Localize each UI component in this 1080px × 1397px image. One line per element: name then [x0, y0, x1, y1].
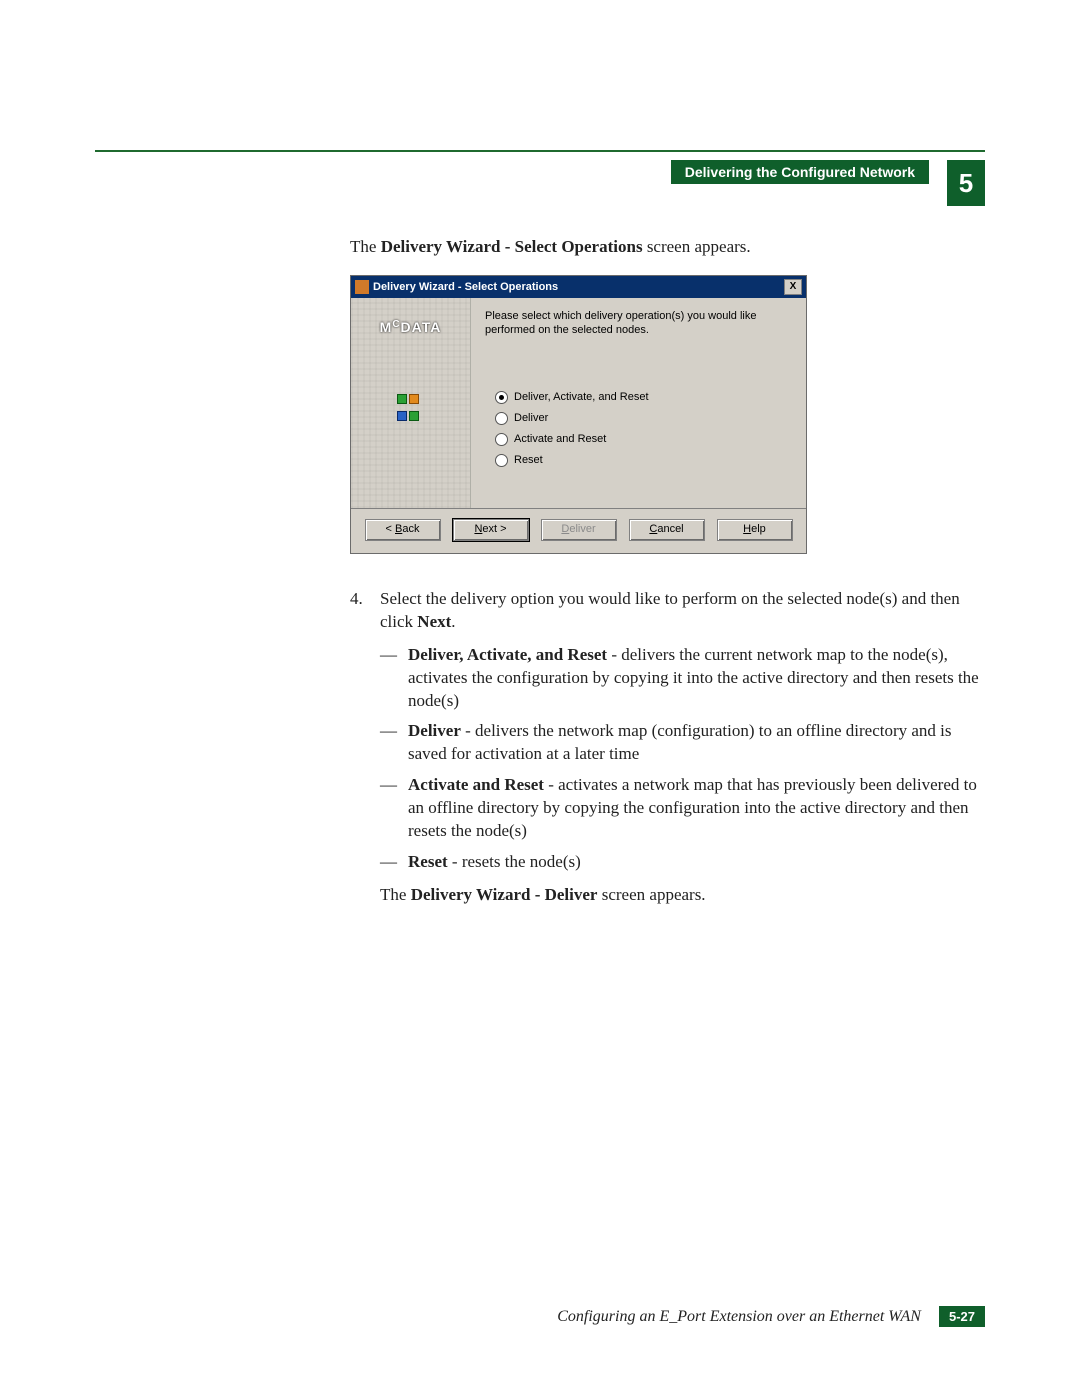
bullet-list: — Deliver, Activate, and Reset - deliver… — [380, 644, 985, 874]
bullet-rest: - resets the node(s) — [448, 852, 581, 871]
radio-label: Reset — [514, 453, 543, 468]
bullet-item: — Reset - resets the node(s) — [380, 851, 985, 874]
dialog-right-panel: Please select which delivery operation(s… — [471, 298, 806, 508]
dialog-title-text: Delivery Wizard - Select Operations — [373, 280, 558, 295]
dialog-app-icon — [355, 280, 369, 294]
header-rule — [95, 150, 985, 152]
intro-prefix: The — [350, 237, 381, 256]
step-text-b: . — [451, 612, 455, 631]
radio-deliver[interactable]: Deliver — [495, 411, 792, 426]
radio-icon — [495, 454, 508, 467]
outro-line: The Delivery Wizard - Deliver screen app… — [380, 884, 985, 907]
step-number: 4. — [350, 588, 370, 907]
dialog-titlebar: Delivery Wizard - Select Operations X — [351, 276, 806, 298]
bullet-item: — Activate and Reset - activates a netwo… — [380, 774, 985, 843]
brand-post: DATA — [401, 319, 442, 335]
step-text-a: Select the delivery option you would lik… — [380, 589, 960, 631]
bullet-item: — Deliver, Activate, and Reset - deliver… — [380, 644, 985, 713]
bullet-bold: Deliver — [408, 721, 461, 740]
back-button[interactable]: < Back — [365, 519, 441, 541]
radio-label: Deliver — [514, 411, 548, 426]
dialog-prompt: Please select which delivery operation(s… — [485, 310, 792, 338]
brand-pre: M — [380, 319, 393, 335]
bullet-bold: Reset — [408, 852, 448, 871]
section-title-pill: Delivering the Configured Network — [671, 160, 929, 184]
outro-bold: Delivery Wizard - Deliver — [411, 885, 598, 904]
step-text: Select the delivery option you would lik… — [380, 588, 985, 907]
page-content: The Delivery Wizard - Select Operations … — [350, 236, 985, 907]
outro-suffix: screen appears. — [597, 885, 705, 904]
bullet-dash: — — [380, 851, 408, 874]
radio-label: Activate and Reset — [514, 432, 606, 447]
brand-sup: C — [392, 319, 400, 330]
radio-reset[interactable]: Reset — [495, 453, 792, 468]
bullet-dash: — — [380, 644, 408, 713]
outro-prefix: The — [380, 885, 411, 904]
chapter-badge: 5 — [947, 160, 985, 206]
bullet-dash: — — [380, 774, 408, 843]
footer-title: Configuring an E_Port Extension over an … — [557, 1308, 921, 1326]
radio-icon — [495, 433, 508, 446]
close-button[interactable]: X — [784, 279, 802, 295]
radio-activate-reset[interactable]: Activate and Reset — [495, 432, 792, 447]
radio-deliver-activate-reset[interactable]: Deliver, Activate, and Reset — [495, 390, 792, 405]
page-footer: Configuring an E_Port Extension over an … — [557, 1306, 985, 1327]
radio-label: Deliver, Activate, and Reset — [514, 390, 649, 405]
dialog-left-panel: MCDATA — [351, 298, 471, 508]
bullet-bold: Deliver, Activate, and Reset — [408, 645, 607, 664]
intro-line: The Delivery Wizard - Select Operations … — [350, 236, 985, 259]
intro-suffix: screen appears. — [643, 237, 751, 256]
header-row: Delivering the Configured Network 5 — [95, 160, 985, 206]
dialog-button-row: < Back Next > Deliver Cancel Help — [351, 509, 806, 553]
bullet-item: — Deliver - delivers the network map (co… — [380, 720, 985, 766]
deliver-button[interactable]: Deliver — [541, 519, 617, 541]
brand-logo: MCDATA — [380, 318, 442, 337]
intro-bold: Delivery Wizard - Select Operations — [381, 237, 643, 256]
radio-icon — [495, 412, 508, 425]
bullet-dash: — — [380, 720, 408, 766]
bullet-bold: Activate and Reset — [408, 775, 544, 794]
radio-icon — [495, 391, 508, 404]
next-button[interactable]: Next > — [453, 519, 529, 541]
step-bold: Next — [417, 612, 451, 631]
step-4: 4. Select the delivery option you would … — [350, 588, 985, 907]
delivery-wizard-dialog: Delivery Wizard - Select Operations X MC… — [350, 275, 807, 554]
cancel-button[interactable]: Cancel — [629, 519, 705, 541]
bullet-rest: - delivers the network map (configuratio… — [408, 721, 952, 763]
page-number: 5-27 — [939, 1306, 985, 1327]
help-button[interactable]: Help — [717, 519, 793, 541]
nodes-icon — [396, 393, 426, 417]
